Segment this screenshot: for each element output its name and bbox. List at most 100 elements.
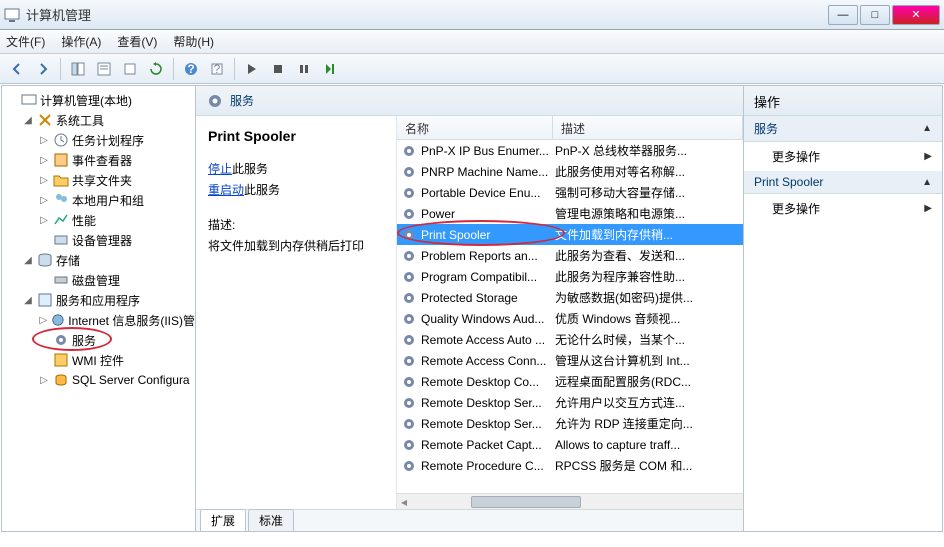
show-hide-tree-button[interactable] [67, 58, 89, 80]
service-row[interactable]: Remote Access Auto ...无论什么时候，当某个... [397, 329, 743, 350]
service-name: Portable Device Enu... [421, 186, 555, 200]
collapse-icon: ▲ [922, 177, 932, 188]
close-button[interactable]: ✕ [892, 5, 940, 25]
back-button[interactable] [6, 58, 28, 80]
service-row[interactable]: Problem Reports an...此服务为查看、发送和... [397, 245, 743, 266]
actions-section-selected[interactable]: Print Spooler▲ [744, 171, 942, 194]
tab-standard[interactable]: 标准 [248, 509, 294, 531]
service-row[interactable]: Remote Packet Capt...Allows to capture t… [397, 434, 743, 455]
folder-share-icon [53, 172, 69, 188]
service-desc: 允许为 RDP 连接重定向... [555, 415, 743, 432]
service-row[interactable]: Portable Device Enu...强制可移动大容量存储... [397, 182, 743, 203]
service-desc: 此服务为程序兼容性助... [555, 268, 743, 285]
service-name: Print Spooler [421, 228, 555, 242]
storage-icon [37, 252, 53, 268]
service-row[interactable]: Remote Access Conn...管理从这台计算机到 Int... [397, 350, 743, 371]
gear-icon [401, 311, 417, 327]
stop-link[interactable]: 停止 [208, 162, 232, 176]
tree-iis[interactable]: ▷Internet 信息服务(IIS)管 [2, 310, 195, 330]
maximize-button[interactable]: □ [860, 5, 890, 25]
service-row[interactable]: Quality Windows Aud...优质 Windows 音频视... [397, 308, 743, 329]
gear-icon [401, 185, 417, 201]
content-area: 计算机管理(本地) ◢系统工具 ▷任务计划程序 ▷事件查看器 ▷共享文件夹 ▷本… [1, 85, 943, 532]
device-icon [53, 232, 69, 248]
services-list-header: 名称 描述 [397, 116, 743, 140]
tree-services[interactable]: 服务 [2, 330, 195, 350]
window-title: 计算机管理 [26, 5, 826, 24]
desc-label: 描述: [208, 216, 384, 233]
gear-icon [401, 164, 417, 180]
gear-icon [401, 227, 417, 243]
services-list[interactable]: 名称 描述 PnP-X IP Bus Enumer...PnP-X 总线枚举器服… [396, 116, 743, 509]
tree-system-tools[interactable]: ◢系统工具 [2, 110, 195, 130]
service-name: PnP-X IP Bus Enumer... [421, 144, 555, 158]
service-row[interactable]: Remote Procedure C...RPCSS 服务是 COM 和... [397, 455, 743, 476]
service-row[interactable]: PNRP Machine Name...此服务使用对等名称解... [397, 161, 743, 182]
console-tree[interactable]: 计算机管理(本地) ◢系统工具 ▷任务计划程序 ▷事件查看器 ▷共享文件夹 ▷本… [2, 86, 196, 531]
tree-services-apps[interactable]: ◢服务和应用程序 [2, 290, 195, 310]
tree-task-scheduler[interactable]: ▷任务计划程序 [2, 130, 195, 150]
forward-button[interactable] [32, 58, 54, 80]
actions-more-1[interactable]: 更多操作▶ [744, 142, 942, 171]
toolbar: ? ? [0, 54, 944, 84]
pause-service-button[interactable] [293, 58, 315, 80]
menu-file[interactable]: 文件(F) [6, 33, 45, 50]
service-name: Remote Access Conn... [421, 354, 555, 368]
gear-icon [53, 332, 69, 348]
help2-button[interactable]: ? [206, 58, 228, 80]
tree-local-users[interactable]: ▷本地用户和组 [2, 190, 195, 210]
actions-more-2[interactable]: 更多操作▶ [744, 194, 942, 223]
tree-storage[interactable]: ◢存储 [2, 250, 195, 270]
gear-icon [401, 269, 417, 285]
actions-section-services[interactable]: 服务▲ [744, 116, 942, 142]
menu-view[interactable]: 查看(V) [117, 33, 157, 50]
tree-disk-mgmt[interactable]: 磁盘管理 [2, 270, 195, 290]
service-row[interactable]: Print Spooler 文件加载到内存供稍... [397, 224, 743, 245]
minimize-button[interactable]: — [828, 5, 858, 25]
service-row[interactable]: Program Compatibil...此服务为程序兼容性助... [397, 266, 743, 287]
help-button[interactable]: ? [180, 58, 202, 80]
start-service-button[interactable] [241, 58, 263, 80]
service-desc: 允许用户以交互方式连... [555, 394, 743, 411]
tree-event-viewer[interactable]: ▷事件查看器 [2, 150, 195, 170]
stop-service-button[interactable] [267, 58, 289, 80]
col-desc[interactable]: 描述 [553, 116, 743, 139]
service-row[interactable]: Remote Desktop Co...远程桌面配置服务(RDC... [397, 371, 743, 392]
export-button[interactable] [119, 58, 141, 80]
gear-icon [401, 437, 417, 453]
service-row[interactable]: Protected Storage为敏感数据(如密码)提供... [397, 287, 743, 308]
properties-button[interactable] [93, 58, 115, 80]
tree-performance[interactable]: ▷性能 [2, 210, 195, 230]
service-detail-panel: Print Spooler 停止此服务 重启动此服务 描述: 将文件加载到内存供… [196, 116, 396, 509]
service-name: Remote Desktop Ser... [421, 417, 555, 431]
service-name: Remote Desktop Ser... [421, 396, 555, 410]
tree-root[interactable]: 计算机管理(本地) [2, 90, 195, 110]
service-row[interactable]: Power管理电源策略和电源策... [397, 203, 743, 224]
restart-link[interactable]: 重启动 [208, 183, 244, 197]
iis-icon [51, 312, 65, 328]
submenu-icon: ▶ [924, 151, 932, 162]
service-name: Remote Access Auto ... [421, 333, 555, 347]
menu-help[interactable]: 帮助(H) [173, 33, 214, 50]
gear-icon [401, 416, 417, 432]
selected-service-name: Print Spooler [208, 128, 384, 144]
service-desc: 管理从这台计算机到 Int... [555, 352, 743, 369]
tools-icon [37, 112, 53, 128]
service-row[interactable]: Remote Desktop Ser...允许为 RDP 连接重定向... [397, 413, 743, 434]
refresh-button[interactable] [145, 58, 167, 80]
col-name[interactable]: 名称 [397, 116, 553, 139]
tree-device-manager[interactable]: 设备管理器 [2, 230, 195, 250]
tree-wmi[interactable]: WMI 控件 [2, 350, 195, 370]
service-row[interactable]: PnP-X IP Bus Enumer...PnP-X 总线枚举器服务... [397, 140, 743, 161]
svg-text:?: ? [214, 62, 221, 76]
wmi-icon [53, 352, 69, 368]
service-row[interactable]: Remote Desktop Ser...允许用户以交互方式连... [397, 392, 743, 413]
tree-sql-config[interactable]: ▷SQL Server Configura [2, 370, 195, 390]
tab-extended[interactable]: 扩展 [200, 509, 246, 531]
restart-service-button[interactable] [319, 58, 341, 80]
horizontal-scrollbar[interactable]: ◂ [397, 493, 743, 509]
menu-action[interactable]: 操作(A) [61, 33, 101, 50]
tree-shared-folders[interactable]: ▷共享文件夹 [2, 170, 195, 190]
service-desc: 优质 Windows 音频视... [555, 310, 743, 327]
service-desc: 此服务使用对等名称解... [555, 163, 743, 180]
